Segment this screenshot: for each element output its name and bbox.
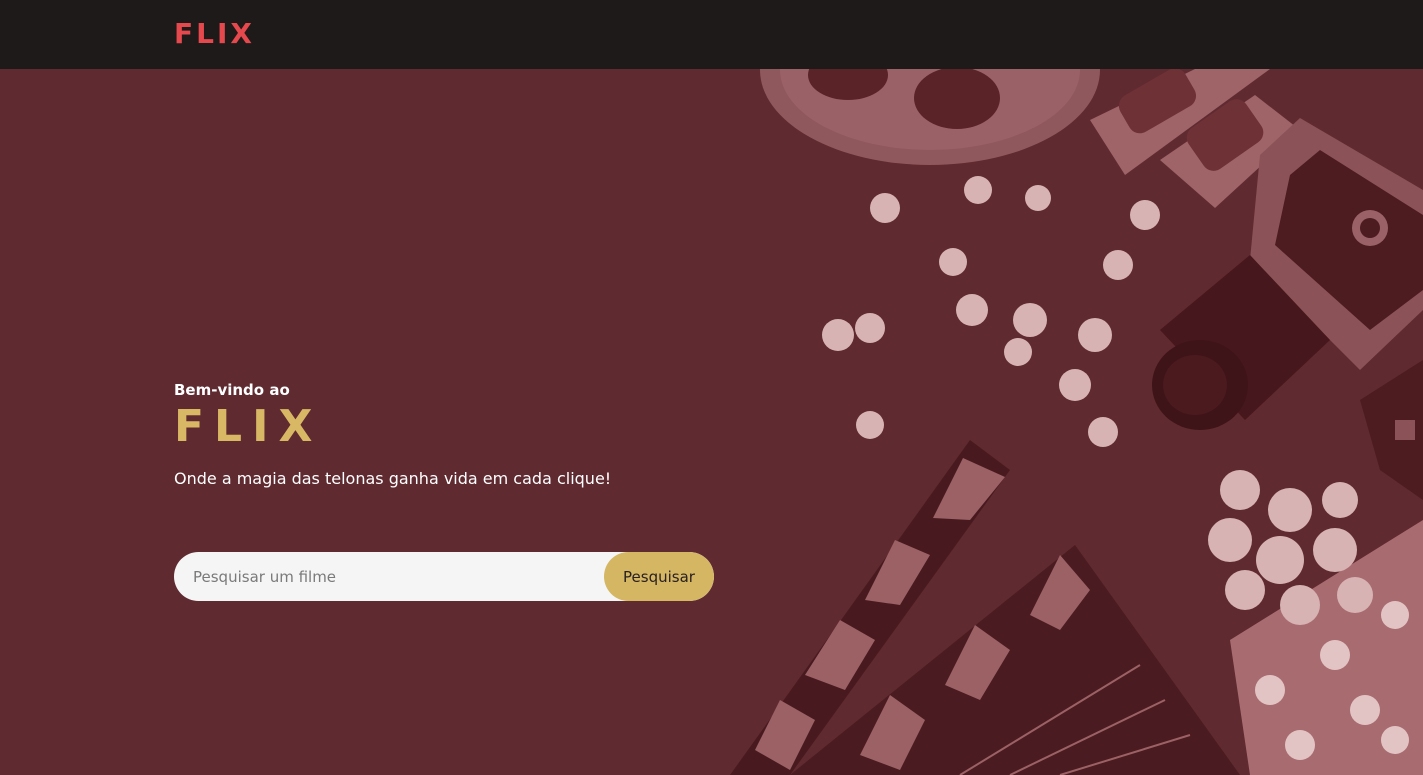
logo[interactable]: FLIX [174,16,255,52]
search-bar: Pesquisar [174,552,714,601]
welcome-text: Bem-vindo ao [174,381,290,399]
tagline: Onde a magia das telonas ganha vida em c… [174,469,612,488]
top-navbar: FLIX [0,0,1423,69]
hero-section: Bem-vindo ao FLIX Onde a magia das telon… [0,69,1423,775]
hero-title: FLIX [174,401,323,452]
clapperboard-icon [730,440,1240,775]
search-input[interactable] [174,552,604,601]
search-button[interactable]: Pesquisar [604,552,714,601]
film-reel-icon [760,69,1100,165]
